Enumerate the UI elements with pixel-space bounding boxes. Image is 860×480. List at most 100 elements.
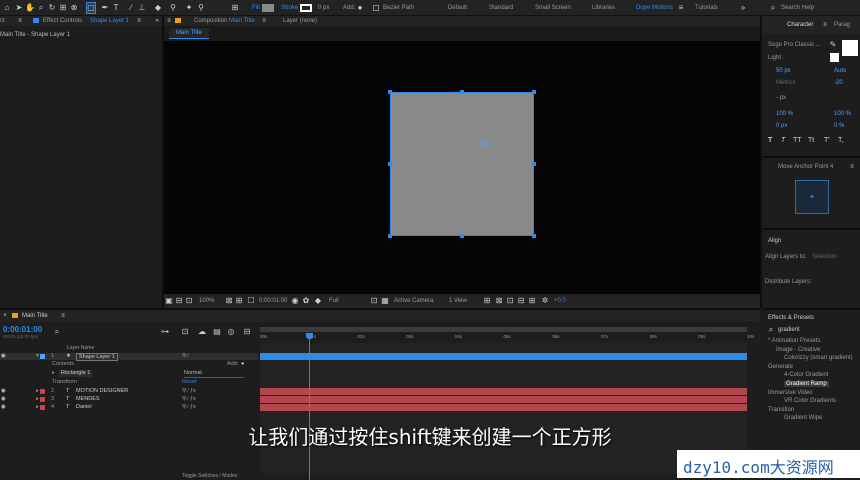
switches[interactable]: ⚲ ∕ ƒx — [182, 396, 196, 403]
bezier-checkbox[interactable] — [373, 5, 379, 11]
close-tab-icon[interactable]: × — [0, 311, 10, 321]
stroke-width[interactable]: 0 px — [318, 5, 329, 11]
fill-color-swatch[interactable] — [842, 40, 858, 56]
effects-search-input[interactable]: gradient — [778, 327, 800, 333]
eye-icon[interactable]: ◉ — [1, 404, 6, 411]
region-icon[interactable]: ⊞ — [234, 296, 244, 306]
switches[interactable]: ⚲ ∕ ƒx — [182, 404, 196, 411]
selection-tool-icon[interactable]: ➤ — [14, 3, 24, 13]
twirl-icon[interactable]: ▸ — [36, 404, 39, 411]
track-layer-3[interactable] — [260, 396, 747, 403]
align-icon[interactable]: ⊞ — [230, 3, 240, 13]
timeline-menu-icon[interactable]: ≡ — [58, 311, 68, 321]
twirl-icon[interactable]: ▸ — [36, 396, 39, 403]
lock-icon[interactable] — [175, 18, 181, 23]
switches[interactable]: ⚲ ∕ ƒx — [182, 388, 196, 395]
grid-icon[interactable]: ▣ — [164, 296, 174, 306]
label-color[interactable] — [40, 389, 45, 394]
stroke-swatch[interactable] — [300, 4, 312, 12]
transparency-grid-icon[interactable]: ▦ — [380, 296, 390, 306]
pan-behind-icon[interactable]: ⊗ — [69, 3, 79, 13]
rectangle-tool-icon[interactable]: ▢ — [86, 2, 96, 14]
workspace-menu-icon[interactable]: ≡ — [676, 3, 686, 13]
clone-tool-icon[interactable]: ⊥ — [137, 3, 147, 13]
baseline-shift[interactable]: 0 px — [776, 123, 787, 129]
font-select[interactable]: Sogo Pro Classic ... — [768, 42, 821, 48]
type-tool-icon[interactable]: T — [111, 3, 121, 13]
handle-br[interactable] — [532, 234, 536, 238]
rectangle-label[interactable]: Rectangle 1 — [59, 370, 93, 377]
graph-editor-icon[interactable]: ⊟ — [242, 327, 252, 337]
handle-tl[interactable] — [388, 90, 392, 94]
exposure-value[interactable]: +0.0 — [554, 298, 566, 304]
fast-previews-icon[interactable]: ⊡ — [505, 296, 515, 306]
lock-icon[interactable] — [33, 18, 39, 23]
fit-icon[interactable]: ⊠ — [224, 296, 234, 306]
stroke-width-char[interactable]: - px — [776, 95, 786, 101]
rectangle-row[interactable]: ▸ Rectangle 1 Normal — [0, 370, 258, 378]
handle-tm[interactable] — [460, 90, 464, 94]
leading[interactable]: Auto — [834, 68, 846, 74]
eye-icon[interactable]: ◉ — [1, 396, 6, 403]
draft-3d-icon[interactable]: ⊡ — [180, 327, 190, 337]
all-caps[interactable]: TT — [793, 137, 802, 144]
layer-tab[interactable]: Layer (none) — [283, 18, 317, 24]
search-help-input[interactable]: Search Help — [781, 5, 814, 11]
font-size[interactable]: 50 px — [776, 68, 791, 74]
reset-link[interactable]: Reset — [182, 379, 196, 386]
channel-icon[interactable]: ◆ — [313, 296, 323, 306]
brush-tool-icon[interactable]: ∕ — [126, 3, 136, 13]
character-tab[interactable]: Character — [787, 22, 813, 28]
timeline-tab[interactable]: Main Title — [22, 313, 48, 319]
layer-row[interactable]: ◉ ▸ 3 T MENDES ⚲ ∕ ƒx — [0, 396, 258, 403]
composition-tab[interactable]: Composition — [194, 18, 227, 24]
current-time-indicator[interactable] — [309, 334, 310, 480]
effects-item[interactable]: 4-Color Gradient — [784, 372, 828, 378]
render-icon[interactable]: ⊞ — [482, 296, 492, 306]
zoom-select[interactable]: 100% — [199, 298, 214, 304]
composition-tab-name[interactable]: Main Title — [229, 18, 255, 24]
handle-bm[interactable] — [460, 234, 464, 238]
panel-menu-icon[interactable]: ≡ — [15, 16, 25, 26]
panel-menu-icon[interactable]: ≡ — [164, 16, 174, 26]
effects-item[interactable]: * Animation Presets — [768, 338, 820, 344]
font-style-select[interactable]: Light — [768, 55, 781, 61]
resolution-select[interactable]: Full — [329, 298, 339, 304]
effects-item[interactable]: Immersive Video — [768, 390, 813, 396]
toggle-switches-modes[interactable]: Toggle Switches / Modes — [182, 473, 237, 479]
comp-mini-flowchart-icon[interactable]: ⊶ — [160, 327, 170, 337]
home-icon[interactable]: ⌂ — [2, 3, 12, 13]
expand-icon[interactable]: » — [152, 16, 162, 26]
effects-item[interactable]: Image - Creative — [776, 347, 820, 353]
reset-exposure-icon[interactable]: ✲ — [540, 296, 550, 306]
twirl-icon[interactable]: ▸ — [36, 388, 39, 395]
panel-menu-icon-2[interactable]: ≡ — [134, 16, 144, 26]
paragraph-tab[interactable]: Parag — [834, 22, 850, 28]
layer-row[interactable]: ◉ ▸ 2 T MOTION DESIGNER ⚲ ∕ ƒx — [0, 388, 258, 395]
vertical-scale[interactable]: 100 % — [776, 111, 793, 117]
anchor-menu-icon[interactable]: ≡ — [847, 162, 857, 172]
timeline-timecode[interactable]: 0:00:01:00 — [3, 325, 42, 334]
label-color[interactable] — [40, 397, 45, 402]
add-label[interactable]: Add: — [227, 361, 238, 368]
overflow-icon[interactable]: » — [738, 3, 748, 13]
frame-blend-icon[interactable]: ▤ — [212, 327, 222, 337]
transform-row[interactable]: Transform Reset — [0, 379, 258, 386]
small-caps[interactable]: Tt — [808, 137, 814, 144]
track-layer-1[interactable] — [260, 353, 747, 360]
character-menu-icon[interactable]: ≡ — [820, 20, 830, 30]
stroke-color-swatch[interactable] — [830, 53, 839, 62]
superscript[interactable]: T' — [824, 137, 830, 144]
workspace-dope-motions[interactable]: Dope Motions — [636, 5, 673, 11]
fill-swatch[interactable] — [262, 4, 274, 12]
motion-blur-icon[interactable]: ◎ — [226, 327, 236, 337]
panel-menu-icon-3[interactable]: ≡ — [259, 16, 269, 26]
eraser-tool-icon[interactable]: ◆ — [153, 3, 163, 13]
layer-row-shape[interactable]: ◉ ▾ 1 ★ Shape Layer 1 ⚲ ∕ — [0, 353, 258, 361]
align-to-select[interactable]: Selection — [812, 254, 837, 260]
twirl-icon[interactable]: ▾ — [36, 353, 39, 360]
viewer[interactable] — [164, 41, 760, 294]
stroke-label[interactable]: Stroke — [281, 5, 298, 11]
track-layer-2[interactable] — [260, 388, 747, 395]
camera-select[interactable]: Active Camera — [394, 298, 433, 304]
